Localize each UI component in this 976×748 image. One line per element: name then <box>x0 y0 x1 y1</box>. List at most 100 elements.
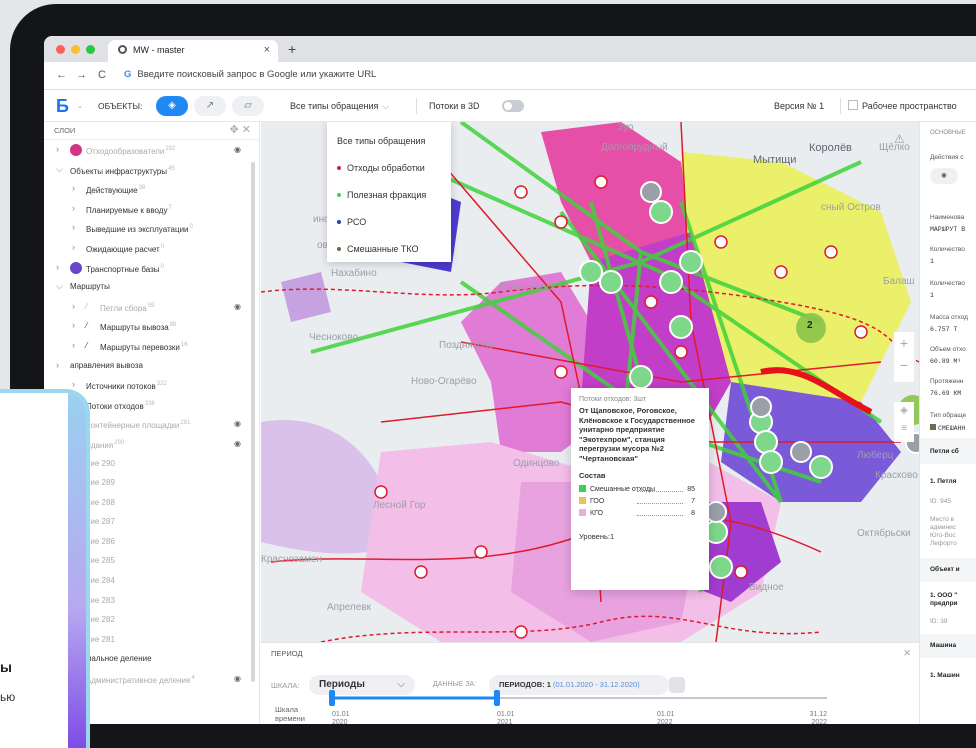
close-window-button[interactable] <box>56 45 65 54</box>
timeline-tick-year: 2022 <box>811 719 827 726</box>
layer-label: Здания290 <box>86 439 125 450</box>
flow-popup: Потоки отходов: 3шт От Щаповское, Роговс… <box>571 388 709 590</box>
layer-label: Транспортные базы0 <box>86 263 164 274</box>
layers-title: СЛОИ <box>54 126 76 135</box>
routes-mode-button[interactable]: ↗ <box>194 96 226 116</box>
layer-item[interactable]: › Ожидающие расчет0 <box>44 238 259 258</box>
layer-item[interactable]: ⌵ Маршруты <box>44 277 259 297</box>
layer-item[interactable]: › аправления вывоза <box>44 356 259 376</box>
layer-label: Маршруты <box>70 282 110 292</box>
chevron-icon[interactable]: ⌵ <box>56 160 63 180</box>
close-icon[interactable]: ✕ <box>242 124 251 136</box>
chevron-icon[interactable]: › <box>72 199 75 219</box>
layer-label: ние 282 <box>86 615 115 625</box>
new-tab-button[interactable]: + <box>288 41 296 57</box>
layer-item[interactable]: › Отходообразователи292 ◉ <box>44 140 259 160</box>
color-swatch <box>579 485 586 492</box>
composition-value: 85 <box>687 486 695 493</box>
volume-label: Объем отхо <box>930 346 966 353</box>
logo-dropdown-icon[interactable]: ⌄ <box>77 102 83 110</box>
layer-item[interactable]: › ⁄ Маршруты вывоза88 <box>44 316 259 336</box>
types-select[interactable]: Все типы обращения ⌵ <box>290 101 389 112</box>
layer-item[interactable]: ⌵ Объекты инфраструктуры45 <box>44 160 259 180</box>
minimize-window-button[interactable] <box>71 45 80 54</box>
period-header: ПЕРИОД <box>271 649 303 658</box>
version-select[interactable]: Версия № 1 <box>774 101 824 111</box>
chevron-icon[interactable]: › <box>56 258 59 278</box>
map-view[interactable]: Долгопрудный Мытищи Королёв Щёлко сный О… <box>261 122 919 724</box>
forward-icon[interactable]: → <box>76 69 87 81</box>
chevron-icon[interactable]: › <box>56 356 59 376</box>
layer-label: Контейнерные площадки281 <box>86 420 191 431</box>
eye-icon[interactable]: ◉ <box>234 140 241 160</box>
object-item-2: предпри <box>930 600 958 607</box>
layer-item[interactable]: › Действующие38 <box>44 179 259 199</box>
layer-item[interactable]: › Транспортные базы0 <box>44 258 259 278</box>
leader-dots <box>637 503 683 504</box>
composition-row: Смешанные отходы 85 <box>579 484 701 496</box>
browser-chrome: MW - master × + ← → C G Введите поисковый… <box>44 36 976 90</box>
object-item[interactable]: 1. ООО " <box>930 592 957 599</box>
layers-scrollbar[interactable] <box>251 162 255 682</box>
zoom-controls[interactable]: + − <box>894 332 914 382</box>
layer-label: Планируемые к вводу7 <box>86 204 172 215</box>
eye-icon[interactable]: ◉ <box>234 434 241 454</box>
dropdown-option[interactable]: Смешанные ТКО <box>337 236 441 263</box>
tab-close-icon[interactable]: × <box>264 44 270 56</box>
chevron-icon[interactable]: › <box>72 316 75 336</box>
layers-header: СЛОИ ✥ ✕ <box>44 122 259 140</box>
dropdown-option[interactable]: РСО <box>337 209 441 236</box>
app-logo-icon[interactable]: Б <box>56 96 72 116</box>
warning-icon[interactable]: ⚠ <box>894 132 914 152</box>
layer-item[interactable]: › ⁄ Петли сбора59 ◉ <box>44 297 259 317</box>
timeline-slider[interactable]: 01.01202001.01202101.01202231.122022 <box>322 686 842 726</box>
dropdown-option[interactable]: Отходы обработки <box>337 155 441 182</box>
chevron-icon[interactable]: › <box>72 297 75 317</box>
dropdown-option[interactable]: Полезная фракция <box>337 182 441 209</box>
flows3d-toggle[interactable] <box>502 100 524 112</box>
name-label: Наименова <box>930 214 965 221</box>
reload-icon[interactable]: C <box>98 69 106 81</box>
dropdown-option[interactable]: Все типы обращения <box>337 128 441 155</box>
eye-icon[interactable]: ◉ <box>234 669 241 689</box>
layer-label: Действующие38 <box>86 185 146 196</box>
flows3d-label: Потоки в 3D <box>429 101 480 111</box>
timeline-label: Шкала времени <box>275 705 305 723</box>
maximize-window-button[interactable] <box>86 45 95 54</box>
map-layers-icon[interactable]: ◈ ≡ <box>894 402 914 442</box>
map-label: Королёв <box>809 142 852 154</box>
close-icon[interactable]: × <box>903 645 911 660</box>
workspace-button[interactable]: Рабочее пространство <box>862 101 957 111</box>
timeline-tick-date: 01.01 <box>497 711 515 718</box>
map-label: Нахабино <box>331 268 377 279</box>
overlay-text: ью <box>0 690 16 704</box>
chevron-icon[interactable]: › <box>72 179 75 199</box>
leader-dots <box>637 491 683 492</box>
layer-item[interactable]: › ⁄ Маршруты перевозки16 <box>44 336 259 356</box>
polygon-mode-button[interactable]: ▱ <box>232 96 264 116</box>
chevron-icon[interactable]: › <box>72 238 75 258</box>
tab-bar: MW - master × + <box>44 36 976 62</box>
move-icon[interactable]: ✥ <box>230 124 239 136</box>
mass-value: 6.757 Т <box>930 326 958 333</box>
option-label: Отходы обработки <box>347 163 425 173</box>
browser-window: MW - master × + ← → C G Введите поисковый… <box>44 36 976 724</box>
chevron-icon[interactable]: ⌵ <box>56 277 63 297</box>
eye-icon[interactable]: ◉ <box>930 168 958 184</box>
chevron-icon[interactable]: › <box>72 336 75 356</box>
url-input[interactable]: G Введите поисковый запрос в Google или у… <box>124 69 376 80</box>
back-icon[interactable]: ← <box>56 69 67 81</box>
layer-label: ние 288 <box>86 497 115 507</box>
machine-item[interactable]: 1. Машин <box>930 672 960 679</box>
layer-item[interactable]: › Планируемые к вводу7 <box>44 199 259 219</box>
eye-icon[interactable]: ◉ <box>234 414 241 434</box>
layer-label: ние 287 <box>86 517 115 527</box>
chevron-icon[interactable]: › <box>56 140 59 160</box>
cluster-count[interactable]: 2 <box>807 320 813 331</box>
layer-item[interactable]: › Выведшие из эксплуатации0 <box>44 218 259 238</box>
loop-item[interactable]: 1. Петля <box>930 478 956 485</box>
eye-icon[interactable]: ◉ <box>234 297 241 317</box>
layers-mode-button[interactable]: ◈ <box>156 96 188 116</box>
chevron-icon[interactable]: › <box>72 218 75 238</box>
browser-tab[interactable]: MW - master × <box>108 40 278 62</box>
